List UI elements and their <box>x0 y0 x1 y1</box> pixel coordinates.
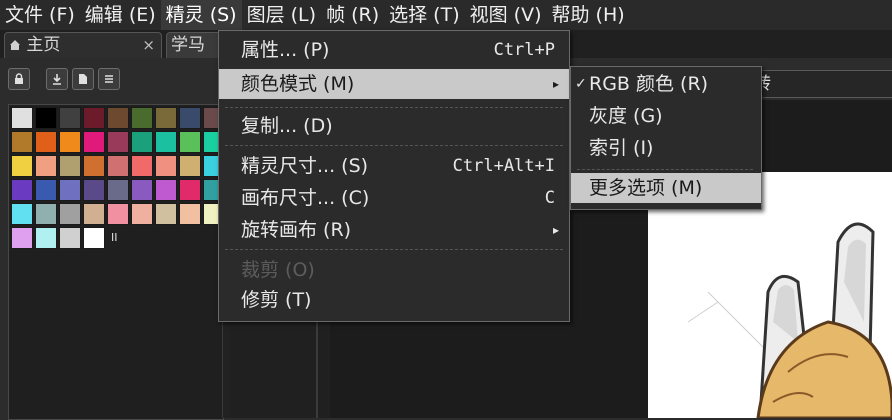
palette-swatch[interactable] <box>131 155 153 177</box>
palette-end-marker: II <box>111 231 118 244</box>
sprite-menu-dropdown: 属性... (P) Ctrl+P 颜色模式 (M) ▸ 复制... (D) 精灵… <box>218 30 570 322</box>
menu-item-properties[interactable]: 属性... (P) Ctrl+P <box>219 35 569 65</box>
menu-item-color-mode[interactable]: 颜色模式 (M) ▸ <box>219 69 569 99</box>
palette-swatch[interactable] <box>107 203 129 225</box>
submenu-arrow-icon: ▸ <box>552 77 559 91</box>
palette-swatch[interactable] <box>179 107 201 129</box>
tab-document-label: 学马 <box>171 35 205 55</box>
palette-swatch[interactable] <box>179 179 201 201</box>
palette-swatch[interactable] <box>35 107 57 129</box>
palette-swatch[interactable] <box>83 155 105 177</box>
menu-sprite[interactable]: 精灵 (S) <box>160 0 242 30</box>
palette-swatch[interactable] <box>35 203 57 225</box>
menu-view[interactable]: 视图 (V) <box>465 0 547 30</box>
file-icon[interactable] <box>72 68 94 90</box>
palette-swatch[interactable] <box>155 155 177 177</box>
submenu-item-indexed[interactable]: 索引 (I) <box>571 133 761 163</box>
palette-swatch[interactable] <box>107 107 129 129</box>
palette-swatch[interactable] <box>131 203 153 225</box>
palette-swatch[interactable] <box>83 107 105 129</box>
menu-icon[interactable] <box>98 68 120 90</box>
palette-swatch[interactable] <box>59 131 81 153</box>
submenu-item-grayscale[interactable]: 灰度 (G) <box>571 101 761 131</box>
menu-item-crop: 裁剪 (O) <box>241 259 315 281</box>
submenu-item-rgb[interactable]: ✓ RGB 颜色 (R) <box>571 69 761 99</box>
palette-swatch[interactable] <box>35 155 57 177</box>
menu-edit[interactable]: 编辑 (E) <box>80 0 161 30</box>
tab-home-label: 主页 <box>26 35 61 55</box>
palette-swatch[interactable] <box>155 179 177 201</box>
color-mode-submenu: ✓ RGB 颜色 (R) 灰度 (G) 索引 (I) 更多选项 (M) <box>570 66 762 210</box>
palette-swatch[interactable] <box>59 155 81 177</box>
checkmark-icon: ✓ <box>575 76 587 92</box>
palette-swatch[interactable] <box>83 203 105 225</box>
palette-swatch[interactable] <box>107 179 129 201</box>
menu-item-trim[interactable]: 修剪 (T) <box>219 285 569 315</box>
menu-item-sprite-size[interactable]: 精灵尺寸... (S) Ctrl+Alt+I <box>219 151 569 181</box>
palette-swatch[interactable] <box>131 107 153 129</box>
lock-icon[interactable] <box>8 68 30 90</box>
palette-swatch[interactable] <box>179 131 201 153</box>
menu-select[interactable]: 选择 (T) <box>384 0 464 30</box>
palette-swatch[interactable] <box>11 155 33 177</box>
palette-swatch[interactable] <box>35 131 57 153</box>
palette-swatch[interactable] <box>83 131 105 153</box>
palette-swatch[interactable] <box>179 155 201 177</box>
palette-swatch[interactable] <box>131 131 153 153</box>
submenu-arrow-icon: ▸ <box>552 223 559 237</box>
palette-swatch[interactable] <box>155 107 177 129</box>
submenu-item-more-options[interactable]: 更多选项 (M) <box>571 173 761 203</box>
palette-swatch[interactable] <box>179 203 201 225</box>
palette-swatch[interactable] <box>11 179 33 201</box>
palette-swatch[interactable] <box>59 227 81 249</box>
close-icon[interactable]: × <box>142 33 155 58</box>
palette-swatch[interactable] <box>11 107 33 129</box>
palette-swatch[interactable] <box>59 179 81 201</box>
palette-swatch[interactable] <box>11 227 33 249</box>
palette-swatch[interactable] <box>131 179 153 201</box>
menu-item-rotate-canvas[interactable]: 旋转画布 (R) ▸ <box>219 215 569 245</box>
download-icon[interactable] <box>46 68 68 90</box>
menu-separator <box>225 249 563 250</box>
palette-swatch[interactable] <box>59 107 81 129</box>
palette-swatch[interactable] <box>83 227 105 249</box>
menu-item-canvas-size[interactable]: 画布尺寸... (C) C <box>219 183 569 213</box>
home-icon <box>9 34 21 50</box>
menu-separator <box>225 145 563 146</box>
palette-swatch[interactable] <box>107 131 129 153</box>
menu-separator <box>225 107 563 108</box>
palette-swatch[interactable] <box>11 203 33 225</box>
palette-swatch[interactable] <box>155 131 177 153</box>
menu-item-duplicate[interactable]: 复制... (D) <box>219 111 569 141</box>
palette-swatch[interactable] <box>83 179 105 201</box>
palette-swatch[interactable] <box>11 131 33 153</box>
palette-swatch[interactable] <box>155 203 177 225</box>
menu-file[interactable]: 文件 (F) <box>0 0 80 30</box>
color-palette[interactable]: II <box>8 104 225 420</box>
palette-swatch[interactable] <box>59 203 81 225</box>
menu-layer[interactable]: 图层 (L) <box>242 0 321 30</box>
menu-help[interactable]: 帮助 (H) <box>547 0 630 30</box>
palette-swatch[interactable] <box>35 227 57 249</box>
palette-swatch[interactable] <box>35 179 57 201</box>
tab-home[interactable]: 主页 × <box>4 32 162 58</box>
menu-frame[interactable]: 帧 (R) <box>321 0 384 30</box>
menu-separator <box>577 169 753 170</box>
palette-swatch[interactable] <box>107 155 129 177</box>
menubar: 文件 (F) 编辑 (E) 精灵 (S) 图层 (L) 帧 (R) 选择 (T)… <box>0 0 892 30</box>
